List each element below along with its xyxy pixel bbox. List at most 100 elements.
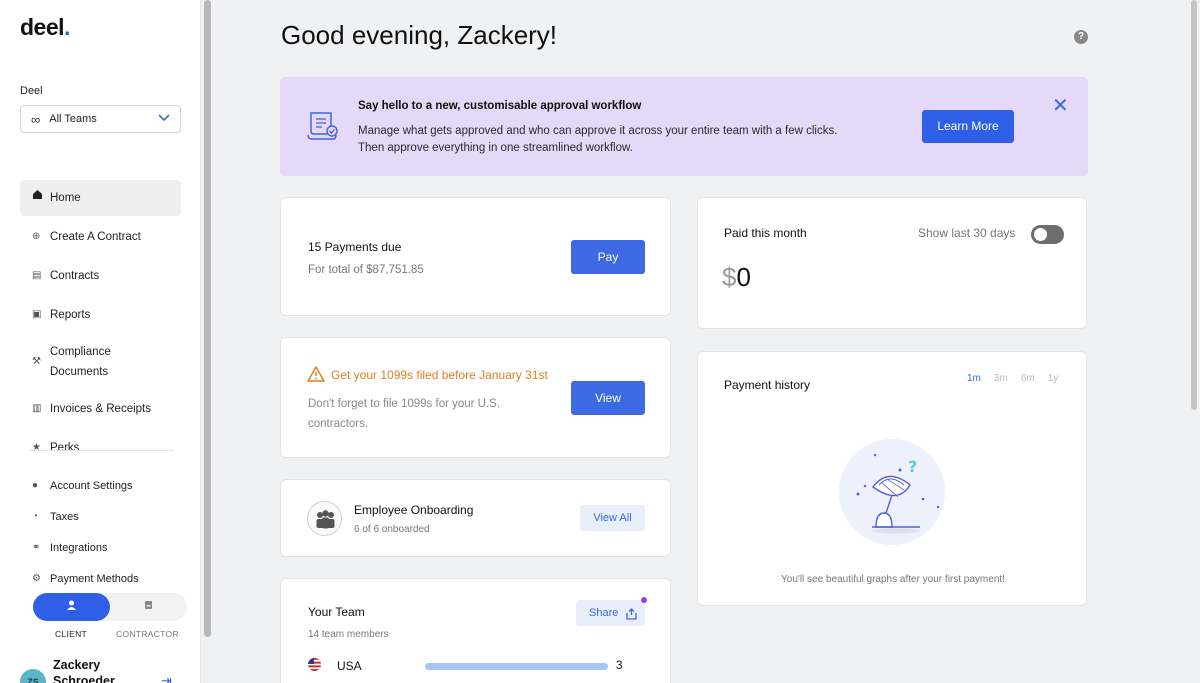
svg-text:?: ? xyxy=(908,457,917,476)
paid-amount: $0 xyxy=(722,262,751,293)
nav-label: Contracts xyxy=(50,270,100,282)
avatar[interactable]: ZS xyxy=(20,669,46,683)
sidebar-divider xyxy=(30,450,174,451)
user-name: Zackery Schroeder xyxy=(53,657,148,683)
payments-due-card: 15 Payments due For total of $87,751.85 … xyxy=(280,197,671,316)
share-icon xyxy=(626,600,637,626)
pay-button[interactable]: Pay xyxy=(571,240,645,274)
link-icon: ⚭ xyxy=(32,542,41,553)
nav-label: Taxes xyxy=(50,511,79,523)
team-select[interactable]: ∞ All Teams xyxy=(20,105,181,133)
nav-item-integrations[interactable]: ⚭ Integrations xyxy=(20,533,181,563)
star-icon: ★ xyxy=(32,442,41,453)
currency-symbol: $ xyxy=(722,262,737,292)
nav-label: Perks xyxy=(50,442,80,454)
range-6m[interactable]: 6m xyxy=(1021,373,1035,384)
nav-label: Account Settings xyxy=(50,480,133,492)
deel-logo[interactable]: deel. xyxy=(20,14,70,41)
country-bar xyxy=(425,663,608,670)
team-member-count: 14 team members xyxy=(308,629,389,640)
view-all-button[interactable]: View All xyxy=(580,505,645,531)
user-icon: ● xyxy=(32,480,39,491)
close-icon[interactable]: ✕ xyxy=(1052,93,1069,118)
range-selector: 1m 3m 6m 1y xyxy=(967,373,1058,384)
banner-text: Manage what gets approved and who can ap… xyxy=(358,125,838,154)
home-icon xyxy=(32,188,50,208)
contractor-role-label: CONTRACTOR xyxy=(116,629,179,639)
onboarding-title: Employee Onboarding xyxy=(354,503,474,517)
share-button[interactable]: Share xyxy=(576,600,645,626)
payment-history-title: Payment history xyxy=(724,378,811,392)
country-name: USA xyxy=(337,659,362,673)
your-team-title: Your Team xyxy=(308,605,365,619)
approval-workflow-banner: Say hello to a new, customisable approva… xyxy=(280,77,1088,176)
client-user-icon xyxy=(67,600,76,613)
nav-item-taxes[interactable]: ◔ Taxes xyxy=(20,502,181,532)
amount-value: 0 xyxy=(736,262,751,292)
paid-title: Paid this month xyxy=(724,226,807,240)
team-group-icon xyxy=(307,501,342,536)
nav-item-account-settings[interactable]: ● Account Settings xyxy=(20,471,181,501)
range-3m[interactable]: 3m xyxy=(994,373,1008,384)
org-label: Deel xyxy=(20,85,43,97)
secondary-nav: ● Account Settings ◔ Taxes ⚭ Integration… xyxy=(20,471,181,595)
contractor-role-button[interactable] xyxy=(110,593,187,621)
logout-icon[interactable]: ⇥ xyxy=(161,673,172,683)
nav-item-reports[interactable]: ▣ Reports xyxy=(20,297,181,333)
employee-onboarding-card: Employee Onboarding 6 of 6 onboarded Vie… xyxy=(280,479,671,557)
client-role-button[interactable] xyxy=(33,593,110,621)
onboarding-status: 6 of 6 onboarded xyxy=(354,524,430,535)
nav-label: Compliance Documents xyxy=(50,346,111,378)
contractor-icon xyxy=(144,601,153,613)
sidebar-scrollbar[interactable] xyxy=(204,0,211,637)
role-toggle[interactable] xyxy=(33,593,187,621)
user-name-text: Zackery Schroeder xyxy=(53,658,115,683)
range-1y[interactable]: 1y xyxy=(1048,373,1059,384)
team-select-value: All Teams xyxy=(49,113,97,125)
empty-state-note: You'll see beautiful graphs after your f… xyxy=(781,574,1005,585)
tax-1099-card: Get your 1099s filed before January 31st… xyxy=(280,337,671,458)
nav-item-create-contract[interactable]: ⊕ Create A Contract xyxy=(20,219,181,255)
view-button[interactable]: View xyxy=(571,381,645,415)
payments-due-title: 15 Payments due xyxy=(308,240,402,254)
client-role-label: CLIENT xyxy=(55,629,88,639)
nav-label: Integrations xyxy=(50,542,108,554)
scroll-document-icon xyxy=(305,110,341,142)
last-30-days-toggle[interactable] xyxy=(1031,225,1064,244)
gear-icon: ⚙ xyxy=(32,573,41,584)
nav-label: Reports xyxy=(50,309,91,321)
nav-item-invoices[interactable]: ▥ Invoices & Receipts xyxy=(20,391,181,427)
tax-1099-subtitle: Don't forget to file 1099s for your U.S.… xyxy=(308,398,501,430)
page-title: Good evening, Zackery! xyxy=(281,20,558,50)
nav-item-perks[interactable]: ★ Perks xyxy=(20,430,181,466)
nav-label: Home xyxy=(50,192,81,204)
nav-item-home[interactable]: Home xyxy=(20,180,181,216)
nav-item-compliance-documents[interactable]: ⚒ Compliance Documents xyxy=(20,336,181,388)
learn-more-button[interactable]: Learn More xyxy=(922,110,1014,143)
share-label: Share xyxy=(589,607,619,619)
toggle-knob xyxy=(1034,228,1047,241)
nav-label: Payment Methods xyxy=(50,573,139,585)
chevron-down-icon xyxy=(158,113,170,125)
pie-icon: ◔ xyxy=(32,511,39,522)
payment-history-card: Payment history 1m 3m 6m 1y ? You'll see… xyxy=(697,351,1087,606)
us-flag-icon xyxy=(308,658,321,671)
help-icon[interactable]: ? xyxy=(1074,30,1088,44)
document-icon: ▤ xyxy=(32,270,42,281)
range-1m[interactable]: 1m xyxy=(967,373,981,384)
notification-dot xyxy=(641,597,647,603)
payments-due-total: For total of $87,751.85 xyxy=(308,264,424,276)
sidebar: deel. Deel ∞ All Teams Home ⊕ Create A C… xyxy=(0,0,201,683)
nav-item-contracts[interactable]: ▤ Contracts xyxy=(20,258,181,294)
country-count: 3 xyxy=(616,660,623,672)
last-30-days-label: Show last 30 days xyxy=(918,226,1016,240)
reports-icon: ▣ xyxy=(32,309,42,320)
nav-label: Invoices & Receipts xyxy=(50,403,151,415)
plus-circle-icon: ⊕ xyxy=(32,231,41,242)
nav-item-payment-methods[interactable]: ⚙ Payment Methods xyxy=(20,564,181,594)
warning-icon xyxy=(307,366,325,382)
main-nav: Home ⊕ Create A Contract ▤ Contracts ▣ R… xyxy=(20,180,181,469)
page-scrollbar[interactable] xyxy=(1191,0,1197,410)
infinity-icon: ∞ xyxy=(31,111,41,127)
your-team-card: Your Team 14 team members Share USA 3 xyxy=(280,578,671,683)
